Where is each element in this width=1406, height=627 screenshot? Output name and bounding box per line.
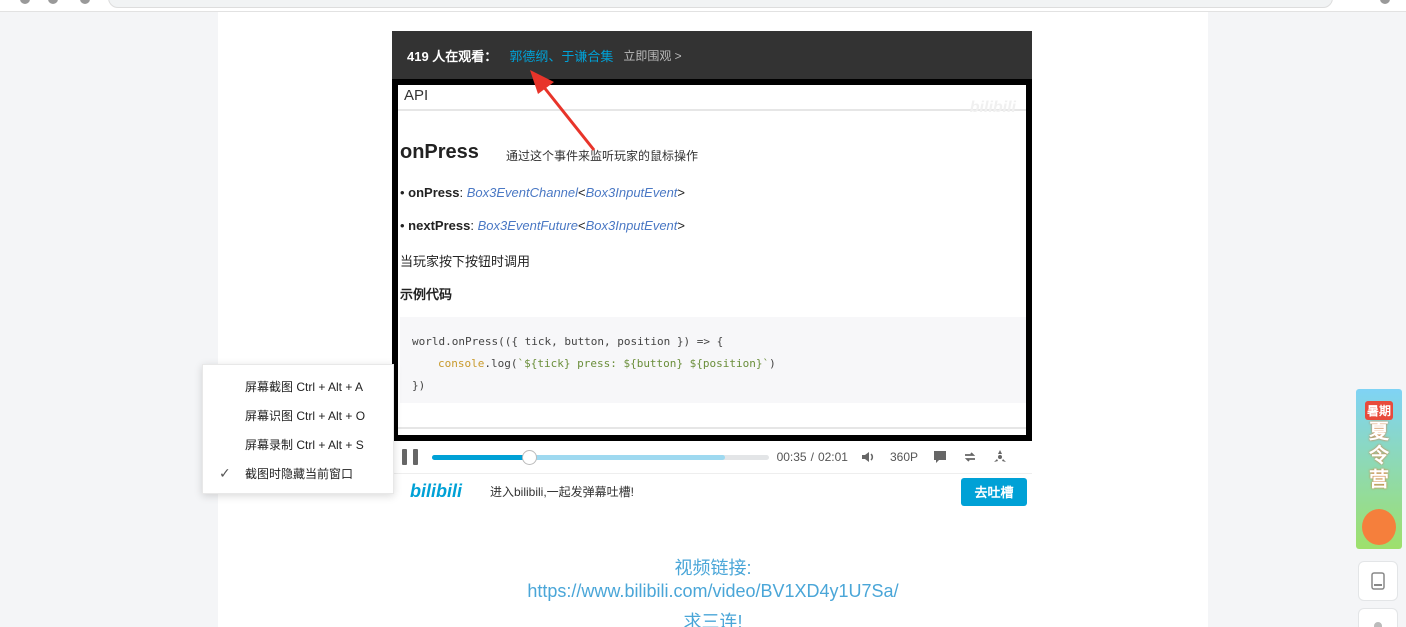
- code-block: world.onPress(({ tick, button, position …: [400, 317, 1026, 403]
- property-type: Box3EventChannel: [466, 185, 579, 200]
- loop-icon[interactable]: [962, 449, 978, 465]
- phone-icon: [1371, 572, 1385, 590]
- notification-button[interactable]: [1358, 608, 1398, 627]
- code-line: }): [412, 379, 426, 392]
- menu-item-screen-record[interactable]: 屏幕录制 Ctrl + Alt + S: [203, 430, 393, 459]
- divider: [398, 109, 1026, 111]
- checkmark-icon: ✓: [219, 465, 231, 481]
- code-token: ): [769, 357, 776, 370]
- bullet: •: [400, 185, 409, 200]
- video-player: 419 人在观看： 郭德纲、于谦合集 立即围观 > API bilibili o…: [392, 31, 1032, 509]
- player-header: 419 人在观看： 郭德纲、于谦合集 立即围观 >: [392, 31, 1032, 79]
- divider: [398, 427, 1026, 429]
- method-title: onPress: [400, 141, 479, 163]
- api-title: API: [404, 87, 429, 104]
- danmaku-prompt[interactable]: 进入bilibili,一起发弹幕吐槽!: [490, 483, 961, 500]
- video-link[interactable]: https://www.bilibili.com/video/BV1XD4y1U…: [218, 581, 1208, 602]
- colon: :: [470, 218, 478, 233]
- code-token: console: [438, 357, 485, 370]
- menu-item-label: 屏幕截图 Ctrl + Alt + A: [245, 380, 364, 394]
- danmaku-send-button[interactable]: 去吐槽: [961, 477, 1027, 506]
- menu-item-image-recognition[interactable]: 屏幕识图 Ctrl + Alt + O: [203, 401, 393, 430]
- angle-bracket: <: [578, 218, 586, 233]
- property-line-onpress: • onPress: Box3EventChannel<Box3InputEve…: [400, 185, 685, 200]
- quality-selector[interactable]: 360P: [890, 450, 918, 464]
- angle-bracket: <: [578, 185, 586, 200]
- angle-bracket: >: [677, 185, 686, 200]
- time-separator: /: [810, 450, 814, 464]
- menu-item-hide-window[interactable]: ✓ 截图时隐藏当前窗口: [203, 459, 393, 488]
- example-heading: 示例代码: [400, 287, 453, 302]
- fullscreen-icon[interactable]: [992, 449, 1008, 465]
- bullet: •: [400, 218, 409, 233]
- caption-label: 视频链接:: [674, 558, 752, 578]
- screenshot-context-menu: 屏幕截图 Ctrl + Alt + A 屏幕识图 Ctrl + Alt + O …: [202, 364, 394, 494]
- property-name: onPress: [408, 185, 460, 200]
- menu-item-screenshot[interactable]: 屏幕截图 Ctrl + Alt + A: [203, 372, 393, 401]
- time-current: 00:35: [776, 450, 807, 464]
- mobile-view-button[interactable]: [1358, 561, 1398, 601]
- property-line-nextpress: • nextPress: Box3EventFuture<Box3InputEv…: [400, 218, 685, 233]
- forward-icon[interactable]: [48, 0, 58, 4]
- volume-icon[interactable]: [860, 449, 876, 465]
- property-type-param: Box3InputEvent: [585, 218, 678, 233]
- colon: :: [459, 185, 467, 200]
- menu-item-label: 屏幕识图 Ctrl + Alt + O: [245, 409, 366, 423]
- profile-icon[interactable]: [1380, 0, 1390, 4]
- video-frame[interactable]: API bilibili onPress 通过这个事件来监听玩家的鼠标操作 • …: [392, 79, 1032, 441]
- property-name: nextPress: [408, 218, 471, 233]
- refresh-icon[interactable]: [80, 0, 90, 4]
- bilibili-watermark: bilibili: [969, 99, 1016, 116]
- caption-request: 求三连!: [683, 612, 743, 627]
- collection-link[interactable]: 郭德纲、于谦合集: [509, 46, 613, 65]
- property-type-param: Box3InputEvent: [585, 185, 678, 200]
- progress-bar[interactable]: [431, 449, 769, 465]
- danmaku-toggle-icon[interactable]: [932, 449, 948, 465]
- mascot-icon: [1362, 509, 1396, 545]
- angle-bracket: >: [677, 218, 685, 233]
- time-total: 02:01: [817, 450, 848, 464]
- browser-toolbar: [0, 0, 1406, 12]
- bilibili-logo[interactable]: bilibili: [392, 481, 472, 502]
- trigger-text: 当玩家按下按钮时调用: [400, 254, 531, 269]
- code-line: world.onPress(({ tick, button, position …: [412, 335, 724, 348]
- pause-icon[interactable]: [402, 449, 418, 465]
- menu-item-label: 截图时隐藏当前窗口: [245, 467, 354, 481]
- summer-camp-banner[interactable]: 暑期 夏令营: [1356, 389, 1402, 549]
- viewer-count: 419 人在观看：: [407, 48, 498, 64]
- bell-icon: [1374, 622, 1382, 627]
- address-bar[interactable]: [108, 0, 1333, 8]
- back-icon[interactable]: [20, 0, 30, 4]
- method-description: 通过这个事件来监听玩家的鼠标操作: [506, 149, 699, 163]
- code-string: `${tick} press: ${button} ${position}`: [517, 357, 770, 370]
- watch-now-link[interactable]: 立即围观 >: [623, 47, 681, 64]
- banner-title: 夏令营: [1369, 421, 1389, 491]
- player-controls: 00:35 / 02:01 360P: [392, 441, 1032, 473]
- played-fill: [431, 454, 530, 460]
- banner-tag: 暑期: [1364, 401, 1393, 420]
- code-token: .log(: [484, 357, 518, 370]
- progress-handle[interactable]: [522, 449, 538, 465]
- property-type: Box3EventFuture: [477, 218, 579, 233]
- code-line: console.log(`${tick} press: ${button} ${…: [412, 353, 1014, 375]
- menu-item-label: 屏幕录制 Ctrl + Alt + S: [245, 438, 364, 452]
- video-content: API bilibili onPress 通过这个事件来监听玩家的鼠标操作 • …: [398, 85, 1026, 435]
- danmaku-bar: bilibili 进入bilibili,一起发弹幕吐槽! 去吐槽: [392, 473, 1032, 509]
